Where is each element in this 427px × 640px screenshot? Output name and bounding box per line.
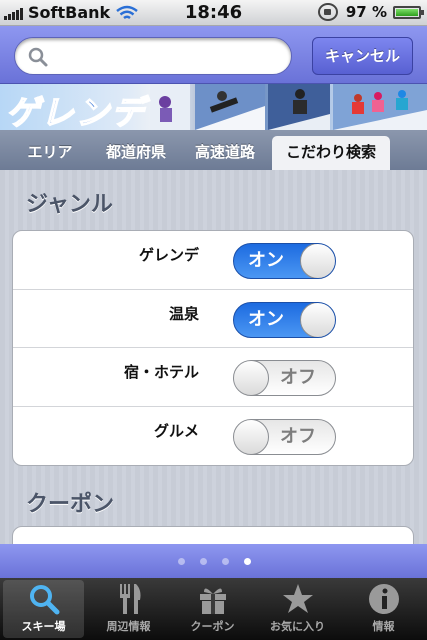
page-dot (222, 558, 229, 565)
section-title-coupon: クーポン (26, 492, 115, 517)
toggle-knob (234, 361, 269, 395)
row-label: 宿・ホテル (123, 363, 199, 381)
tab-detailed-search[interactable]: こだわり検索 (272, 136, 390, 170)
tab-info[interactable]: 情報 (343, 580, 424, 638)
tab-expressway[interactable]: 高速道路 (184, 136, 266, 170)
genre-row: グルメ オフ (13, 407, 413, 466)
gift-icon (199, 588, 226, 614)
toggle-knob (234, 419, 269, 454)
fork-knife-icon (119, 584, 140, 614)
tab-label: 周辺情報 (106, 620, 151, 633)
star-icon (282, 584, 313, 613)
tab-ski-resort[interactable]: スキー場 (3, 580, 84, 638)
info-icon (368, 584, 399, 614)
row-label: ゲレンデ (138, 246, 199, 264)
toggle-knob (300, 302, 335, 337)
rotation-lock-icon (317, 3, 338, 21)
genre-row: ゲレンデ オン (13, 231, 413, 290)
page-dot (200, 558, 207, 565)
toggle-knob (300, 244, 335, 278)
battery-icon (393, 5, 424, 19)
genre-group: ゲレンデ オン 温泉 オン 宿・ホテル オフ グルメ オフ (12, 230, 414, 466)
search-icon (28, 47, 48, 67)
banner: ゲレンデ (0, 84, 427, 130)
toggle-state: オン (248, 250, 284, 271)
genre-row: 温泉 オン (13, 290, 413, 348)
page-dots[interactable] (178, 558, 266, 565)
tab-area[interactable]: エリア (14, 136, 86, 170)
coupon-group (12, 526, 414, 544)
category-tabs: エリア 都道府県 高速道路 こだわり検索 (0, 130, 427, 170)
toggle-switch-hotel[interactable]: オフ (233, 360, 336, 396)
toggle-state: オフ (280, 425, 316, 447)
toggle-state: オフ (280, 367, 316, 388)
cancel-button[interactable]: キャンセル (312, 37, 413, 75)
tab-label: お気に入り (270, 620, 325, 633)
tab-label: スキー場 (21, 620, 66, 633)
search-input[interactable] (14, 37, 292, 75)
bottom-tab-bar: スキー場 周辺情報 クーポン お気に入り 情報 (0, 578, 427, 640)
page-indicator-bar (0, 544, 427, 578)
toggle-state: オン (248, 308, 284, 330)
status-bar: SoftBank 18:46 97 % (0, 0, 427, 26)
tab-prefecture[interactable]: 都道府県 (94, 136, 178, 170)
tab-nearby-info[interactable]: 周辺情報 (88, 580, 169, 638)
page-dot-current (244, 558, 251, 565)
search-icon (29, 585, 59, 615)
section-title-genre: ジャンル (26, 192, 113, 217)
toggle-switch-gourmet[interactable]: オフ (233, 418, 336, 455)
battery-percent: 97 % (345, 3, 387, 21)
banner-title: ゲレンデ (5, 92, 146, 130)
genre-row: 宿・ホテル オフ (13, 348, 413, 407)
row-label: グルメ (153, 421, 199, 440)
tab-favorites[interactable]: お気に入り (257, 580, 338, 638)
tab-label: クーポン (190, 620, 235, 633)
toggle-switch-onsen[interactable]: オン (233, 301, 336, 338)
page-dot (178, 558, 185, 565)
row-label: 温泉 (168, 304, 199, 323)
tab-label: 情報 (372, 620, 395, 633)
search-bar: キャンセル (0, 26, 427, 84)
toggle-switch-slope[interactable]: オン (233, 243, 336, 279)
tab-coupon[interactable]: クーポン (172, 580, 253, 638)
filter-content[interactable]: ジャンル ゲレンデ オン 温泉 オン 宿・ホテル オフ グルメ オフ クーポン (0, 170, 427, 544)
